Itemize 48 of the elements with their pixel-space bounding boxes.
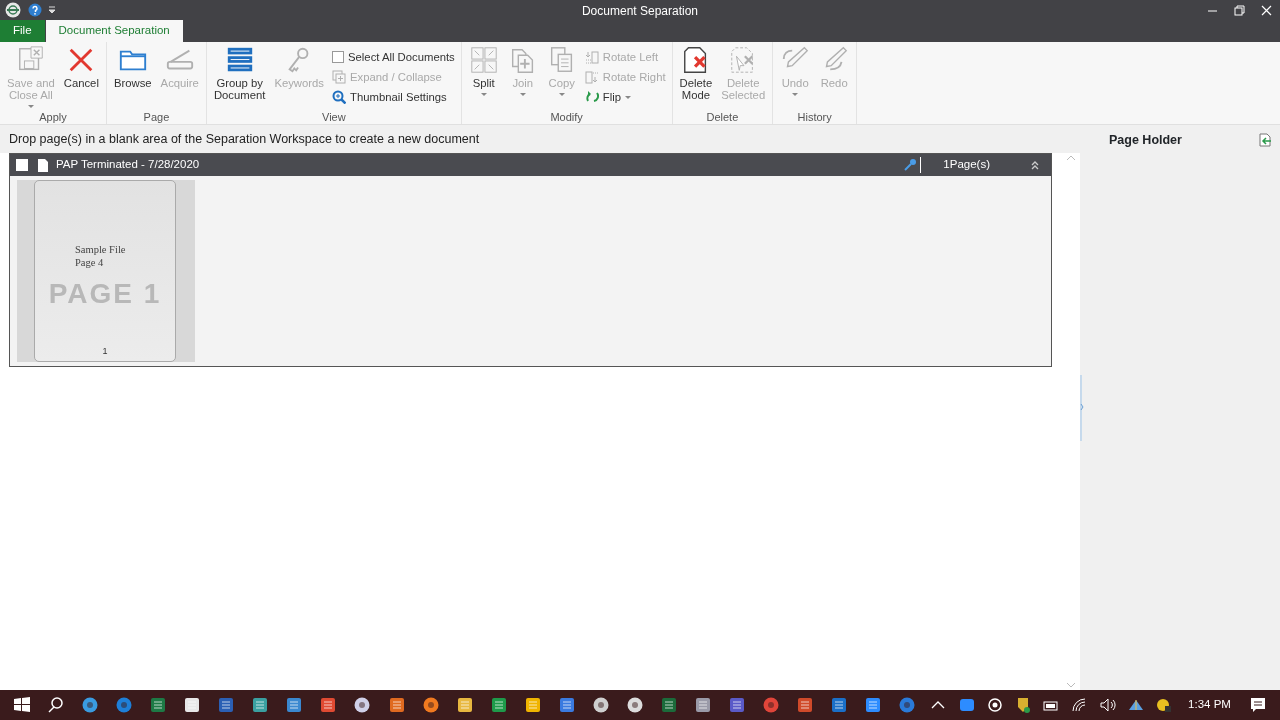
dock-icon[interactable] bbox=[1258, 133, 1272, 148]
file-menu-tab[interactable]: File bbox=[0, 20, 45, 42]
group-label: View bbox=[321, 111, 347, 125]
group-label: Page bbox=[142, 111, 171, 125]
group-label: Apply bbox=[38, 111, 68, 125]
select-all-checkbox[interactable]: Select All Documents bbox=[330, 47, 457, 67]
document-title: PAP Terminated - 7/28/2020 bbox=[56, 157, 200, 173]
window-title: Document Separation bbox=[580, 3, 700, 20]
document-app-icon[interactable] bbox=[217, 696, 236, 714]
key-icon[interactable] bbox=[903, 158, 918, 172]
ribbon-button[interactable]: Cancel bbox=[60, 45, 102, 111]
group-label: Modify bbox=[549, 111, 584, 125]
ribbon-button[interactable]: Delete Mode bbox=[676, 45, 716, 111]
dropdown-caret-icon[interactable] bbox=[624, 95, 631, 99]
document-icon bbox=[38, 158, 48, 172]
ribbon-button[interactable]: Thumbnail Settings bbox=[330, 87, 457, 107]
group-label: History bbox=[796, 111, 833, 125]
flip-icon bbox=[584, 90, 599, 104]
split-icon bbox=[468, 45, 499, 75]
spreadsheet-app-icon[interactable] bbox=[149, 696, 168, 714]
help-icon[interactable] bbox=[28, 3, 42, 17]
document-checkbox[interactable] bbox=[16, 159, 28, 171]
splitter-handle[interactable] bbox=[1080, 374, 1084, 441]
search-icon[interactable] bbox=[47, 696, 66, 714]
group-label: Delete bbox=[705, 111, 740, 125]
ribbon-button[interactable]: Split bbox=[465, 45, 502, 111]
dropdown-caret-icon[interactable] bbox=[480, 93, 487, 96]
spreadsheet-app-icon[interactable] bbox=[489, 696, 508, 714]
spreadsheet-app-icon[interactable] bbox=[659, 696, 678, 714]
document-app-icon[interactable] bbox=[557, 696, 576, 714]
pane-title: Page Holder bbox=[1109, 132, 1182, 149]
start-icon[interactable] bbox=[13, 696, 31, 714]
clock-time[interactable]: 1:34 PM bbox=[1178, 696, 1241, 714]
ribbon-button[interactable]: Browse bbox=[110, 45, 155, 111]
zoom-in-icon bbox=[332, 90, 346, 104]
ribbon-button[interactable]: Group by Document bbox=[210, 45, 269, 111]
page-count: 1Page(s) bbox=[943, 157, 990, 173]
volume-icon[interactable] bbox=[1098, 696, 1117, 714]
notification-icon[interactable] bbox=[1248, 696, 1267, 714]
rotate-left-icon bbox=[584, 50, 599, 64]
customize-menu-icon[interactable] bbox=[48, 5, 56, 15]
ribbon-button[interactable]: Flip bbox=[582, 87, 668, 107]
page-number: 1 bbox=[101, 344, 109, 358]
collapse-icon[interactable] bbox=[1030, 160, 1040, 170]
expand-icon bbox=[332, 70, 346, 84]
ribbon-tab[interactable]: Document Separation bbox=[45, 20, 183, 42]
page-text: Sample File Page 4 bbox=[75, 243, 126, 269]
rotate-right-icon bbox=[584, 70, 599, 84]
